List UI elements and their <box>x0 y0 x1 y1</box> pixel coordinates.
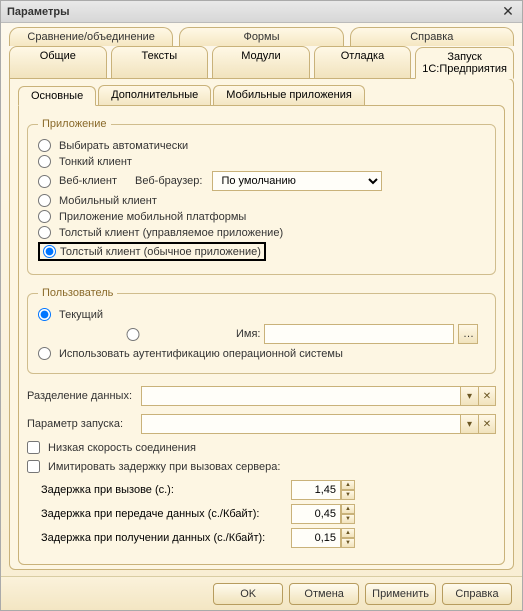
label-thick-managed: Толстый клиент (управляемое приложение) <box>59 227 283 239</box>
user-group: Пользователь Текущий Имя: … Использовать… <box>27 287 496 374</box>
radio-thick-ordinary[interactable] <box>43 245 56 258</box>
label-delay-recv: Задержка при получении данных (с./Кбайт)… <box>41 532 291 544</box>
label-user-name: Имя: <box>236 328 260 340</box>
ok-button[interactable]: OK <box>213 583 283 605</box>
label-delay-call: Задержка при вызове (с.): <box>41 484 291 496</box>
tab-modules[interactable]: Модули <box>212 46 310 78</box>
checkbox-simulate-delay[interactable] <box>27 460 40 473</box>
label-os-auth: Использовать аутентификацию операционной… <box>59 348 343 360</box>
radio-os-auth[interactable] <box>38 347 51 360</box>
highlight-thick-ordinary: Толстый клиент (обычное приложение) <box>38 242 266 261</box>
tab-general[interactable]: Общие <box>9 46 107 78</box>
label-thick-ordinary: Толстый клиент (обычное приложение) <box>60 246 261 258</box>
tabs-lower-row: Общие Тексты Модули Отладка Запуск 1С:Пр… <box>1 46 522 78</box>
tabs-upper-row: Сравнение/объединение Формы Справка <box>1 23 522 46</box>
tab-texts[interactable]: Тексты <box>111 46 209 78</box>
select-web-browser[interactable]: По умолчанию <box>212 171 382 191</box>
spin-down-recv[interactable]: ▼ <box>341 538 355 548</box>
tab-debug[interactable]: Отладка <box>314 46 412 78</box>
subtab-additional[interactable]: Дополнительные <box>98 85 211 105</box>
spin-up-send[interactable]: ▲ <box>341 504 355 514</box>
tab-forms[interactable]: Формы <box>179 27 343 46</box>
tab-compare[interactable]: Сравнение/объединение <box>9 27 173 46</box>
spin-down-call[interactable]: ▼ <box>341 490 355 500</box>
footer: OK Отмена Применить Справка <box>1 576 522 610</box>
row-data-separation: Разделение данных: ▾ ✕ <box>27 386 496 406</box>
spin-down-send[interactable]: ▼ <box>341 514 355 524</box>
label-simulate-delay: Имитировать задержку при вызовах сервера… <box>48 461 280 473</box>
input-delay-call[interactable] <box>291 480 341 500</box>
radio-current-user[interactable] <box>38 308 51 321</box>
label-slow-connection: Низкая скорость соединения <box>48 442 196 454</box>
input-launch-param[interactable] <box>141 414 460 434</box>
tab-launch-1c[interactable]: Запуск 1С:Предприятия <box>415 47 514 79</box>
label-current-user: Текущий <box>59 309 103 321</box>
label-data-separation: Разделение данных: <box>27 390 135 402</box>
radio-mobile-client[interactable] <box>38 194 51 207</box>
tab-help-upper[interactable]: Справка <box>350 27 514 46</box>
input-delay-recv[interactable] <box>291 528 341 548</box>
radio-web[interactable] <box>38 175 51 188</box>
help-button[interactable]: Справка <box>442 583 512 605</box>
user-name-browse-button[interactable]: … <box>458 324 478 344</box>
radio-mobile-platform[interactable] <box>38 210 51 223</box>
checkbox-slow-connection[interactable] <box>27 441 40 454</box>
label-thin: Тонкий клиент <box>59 156 132 168</box>
input-user-name[interactable] <box>264 324 454 344</box>
application-group: Приложение Выбирать автоматически Тонкий… <box>27 118 496 275</box>
user-legend: Пользователь <box>38 287 117 299</box>
radio-thin[interactable] <box>38 155 51 168</box>
window-title: Параметры <box>7 6 500 18</box>
label-launch-param: Параметр запуска: <box>27 418 135 430</box>
tab-panel: Основные Дополнительные Мобильные прилож… <box>9 78 514 570</box>
radio-auto[interactable] <box>38 139 51 152</box>
radio-thick-managed[interactable] <box>38 226 51 239</box>
row-launch-param: Параметр запуска: ▾ ✕ <box>27 414 496 434</box>
radio-user-name[interactable] <box>38 328 228 341</box>
subpanel-main: Приложение Выбирать автоматически Тонкий… <box>18 105 505 565</box>
label-delay-send: Задержка при передаче данных (с./Кбайт): <box>41 508 291 520</box>
input-data-separation[interactable] <box>141 386 460 406</box>
data-separation-dropdown-icon[interactable]: ▾ <box>460 386 478 406</box>
label-mobile-client: Мобильный клиент <box>59 195 157 207</box>
cancel-button[interactable]: Отмена <box>289 583 359 605</box>
subtab-main[interactable]: Основные <box>18 86 96 106</box>
label-web: Веб-клиент <box>59 175 117 187</box>
apply-button[interactable]: Применить <box>365 583 436 605</box>
subtabs: Основные Дополнительные Мобильные прилож… <box>12 83 511 105</box>
close-icon[interactable]: ✕ <box>500 4 516 20</box>
spin-up-recv[interactable]: ▲ <box>341 528 355 538</box>
label-auto: Выбирать автоматически <box>59 140 188 152</box>
data-separation-clear-icon[interactable]: ✕ <box>478 386 496 406</box>
spin-up-call[interactable]: ▲ <box>341 480 355 490</box>
launch-param-dropdown-icon[interactable]: ▾ <box>460 414 478 434</box>
delay-group: Задержка при вызове (с.): ▲▼ Задержка пр… <box>41 476 496 552</box>
subtab-mobile-apps[interactable]: Мобильные приложения <box>213 85 365 105</box>
label-mobile-platform: Приложение мобильной платформы <box>59 211 246 223</box>
titlebar: Параметры ✕ <box>1 1 522 23</box>
parameters-window: Параметры ✕ Сравнение/объединение Формы … <box>0 0 523 611</box>
application-legend: Приложение <box>38 118 111 130</box>
launch-param-clear-icon[interactable]: ✕ <box>478 414 496 434</box>
label-web-browser: Веб-браузер: <box>135 175 202 187</box>
input-delay-send[interactable] <box>291 504 341 524</box>
